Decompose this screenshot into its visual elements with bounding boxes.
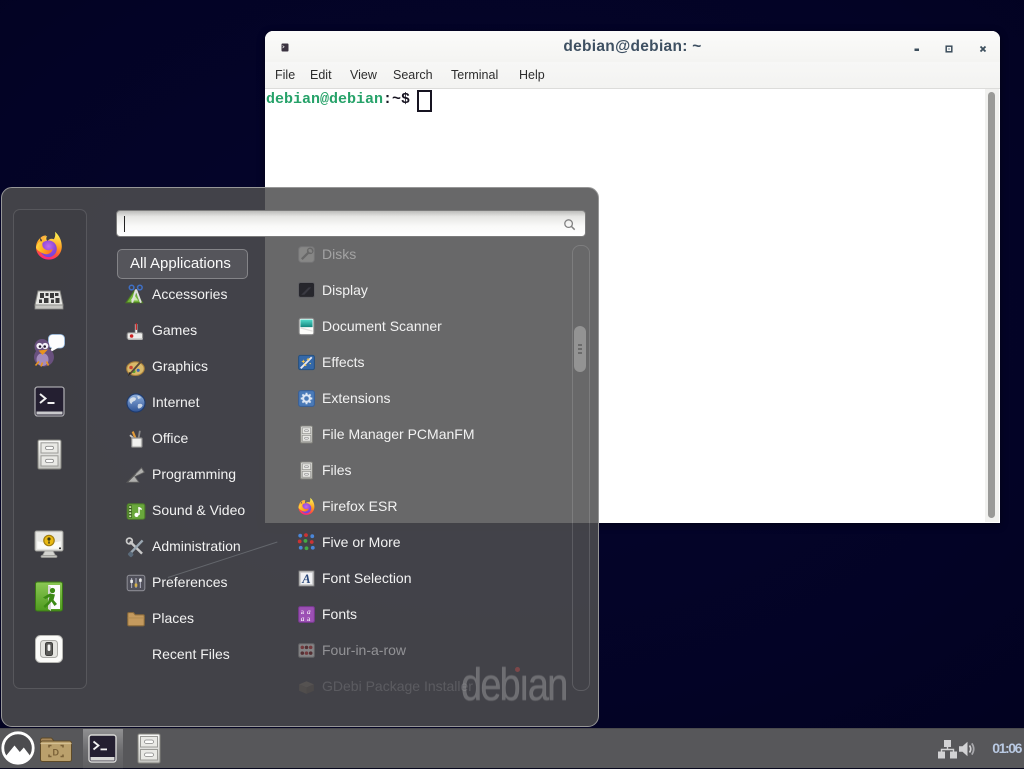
- svg-text:a: a: [301, 614, 305, 623]
- svg-text:D: D: [53, 748, 60, 758]
- svg-text:A: A: [301, 572, 310, 586]
